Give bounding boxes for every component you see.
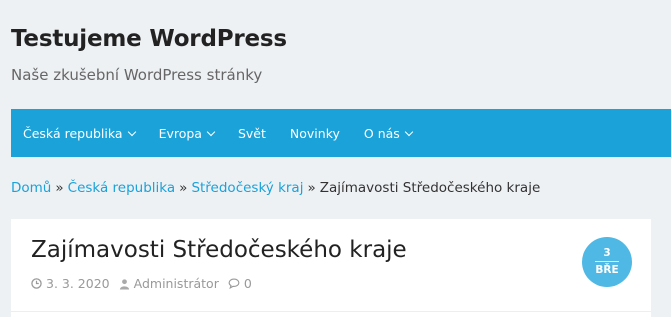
post-title: Zajímavosti Středočeského kraje — [31, 237, 407, 263]
nav-item-ceska-republika[interactable]: Česká republika — [11, 109, 147, 157]
date-badge: 3 BŘE — [582, 237, 632, 287]
post-header-divider — [11, 311, 651, 312]
breadcrumb-link-home[interactable]: Domů — [11, 180, 51, 196]
breadcrumb-link-ceska-republika[interactable]: Česká republika — [68, 180, 176, 196]
comment-icon — [228, 278, 240, 289]
breadcrumb-separator: » — [179, 180, 188, 196]
nav-item-evropa[interactable]: Evropa — [147, 109, 226, 157]
site-title[interactable]: Testujeme WordPress — [11, 26, 287, 52]
nav-item-label: O nás — [363, 125, 400, 141]
post-date[interactable]: 3. 3. 2020 — [31, 276, 110, 291]
main-navigation: Česká republika Evropa Svět Novinky O ná… — [11, 109, 671, 157]
nav-item-label: Evropa — [158, 125, 202, 141]
clock-icon — [31, 278, 42, 289]
nav-item-label: Novinky — [289, 125, 340, 141]
post-author[interactable]: Administrátor — [119, 276, 219, 291]
breadcrumb-link-stredocesky-kraj[interactable]: Středočeský kraj — [191, 180, 303, 196]
date-badge-day: 3 — [603, 247, 611, 259]
nav-item-label: Česká republika — [23, 125, 123, 141]
chevron-down-icon — [206, 127, 216, 136]
breadcrumb: Domů» Česká republika» Středočeský kraj» Za… — [11, 180, 540, 196]
site-description: Naše zkušební WordPress stránky — [11, 66, 263, 84]
post-comments-count: 0 — [243, 276, 252, 291]
date-badge-divider — [595, 261, 619, 262]
date-badge-month: BŘE — [595, 264, 619, 276]
post-card: Zajímavosti Středočeského kraje 3. 3. 20… — [11, 219, 651, 317]
breadcrumb-separator: » — [55, 180, 64, 196]
nav-item-label: Svět — [237, 125, 266, 141]
user-icon — [119, 278, 129, 289]
post-author-text: Administrátor — [133, 276, 219, 291]
post-comments[interactable]: 0 — [228, 276, 252, 291]
breadcrumb-separator: » — [307, 180, 316, 196]
chevron-down-icon — [127, 127, 136, 136]
breadcrumb-current: Zajímavosti Středočeského kraje — [319, 180, 541, 196]
post-meta: 3. 3. 2020 Administrátor 0 — [31, 276, 261, 291]
nav-item-svet[interactable]: Svět — [226, 109, 278, 157]
post-date-text: 3. 3. 2020 — [46, 276, 110, 291]
nav-item-novinky[interactable]: Novinky — [278, 109, 352, 157]
nav-item-o-nas[interactable]: O nás — [352, 109, 424, 157]
chevron-down-icon — [404, 127, 414, 136]
